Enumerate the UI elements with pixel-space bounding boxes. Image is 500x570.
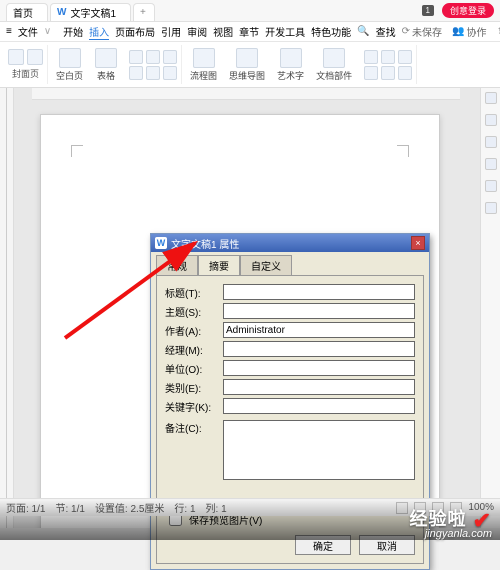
label-manager: 经理(M): xyxy=(165,342,219,357)
dialog-tab-general[interactable]: 常规 xyxy=(156,255,198,275)
input-author[interactable] xyxy=(223,322,415,338)
ribbon-table[interactable]: 表格 xyxy=(91,45,121,84)
menu-share[interactable]: ⇪分享 xyxy=(496,24,500,39)
page-icon[interactable] xyxy=(381,50,395,64)
dialog-titlebar[interactable]: W 文字文稿1 属性 × xyxy=(151,234,429,252)
formula-icon[interactable] xyxy=(398,50,412,64)
window-tab-strip: 首页 W 文字文稿1 + 1 创意登录 xyxy=(0,0,500,22)
tab-reference[interactable]: 引用 xyxy=(161,24,181,39)
break-icon[interactable] xyxy=(27,49,43,65)
chart-icon[interactable] xyxy=(129,66,143,80)
tab-insert[interactable]: 插入 xyxy=(89,24,109,40)
ribbon-mind[interactable]: 思维导图 xyxy=(225,45,269,84)
rail-icon-4[interactable] xyxy=(485,158,497,170)
tab-document-label: 文字文稿1 xyxy=(70,5,116,20)
online-icon[interactable] xyxy=(163,66,177,80)
label-company: 单位(O): xyxy=(165,361,219,376)
crossref-icon[interactable] xyxy=(398,66,412,80)
margin-mark-tl xyxy=(71,145,83,157)
dialog-tab-summary[interactable]: 摘要 xyxy=(198,255,240,275)
ribbon: 封面页 空白页 表格 流程图 思维导图 艺术字 文档部件 xyxy=(0,42,500,88)
rail-icon-1[interactable] xyxy=(485,92,497,104)
ribbon-flow[interactable]: 流程图 xyxy=(186,45,221,84)
workspace: W 文字文稿1 属性 × 常规 摘要 自定义 标题(T): 主题(S): 作者(… xyxy=(0,88,500,528)
vertical-ruler xyxy=(0,88,14,528)
group-page-label: 封面页 xyxy=(12,67,39,80)
label-author: 作者(A): xyxy=(165,323,219,338)
res-icon[interactable] xyxy=(364,50,378,64)
label-keywords: 关键字(K): xyxy=(165,399,219,414)
cover-icon[interactable] xyxy=(8,49,24,65)
bottom-gradient xyxy=(0,500,500,540)
tab-begin[interactable]: 开始 xyxy=(63,24,83,39)
dialog-close-button[interactable]: × xyxy=(411,236,425,250)
tab-home-label: 首页 xyxy=(13,5,33,20)
side-rail xyxy=(480,88,500,528)
input-manager[interactable] xyxy=(223,341,415,357)
menu-file[interactable]: 文件 xyxy=(18,24,38,39)
input-comments[interactable] xyxy=(223,420,415,480)
menu-search[interactable]: 查找 xyxy=(376,24,396,39)
menu-unsaved[interactable]: ⟳未保存 xyxy=(402,24,442,39)
dialog-tabs: 常规 摘要 自定义 xyxy=(151,252,429,275)
menu-collab[interactable]: 👥协作 xyxy=(452,24,486,39)
tab-layout[interactable]: 页面布局 xyxy=(115,24,155,39)
input-keywords[interactable] xyxy=(223,398,415,414)
pic-icon[interactable] xyxy=(129,50,143,64)
label-category: 类别(E): xyxy=(165,380,219,395)
tab-new[interactable]: + xyxy=(133,3,155,21)
input-subject[interactable] xyxy=(223,303,415,319)
dialog-app-icon: W xyxy=(155,237,167,249)
dialog-title-text: 文字文稿1 属性 xyxy=(171,236,239,251)
tab-view[interactable]: 视图 xyxy=(213,24,233,39)
rail-icon-5[interactable] xyxy=(485,180,497,192)
tab-special[interactable]: 特色功能 xyxy=(311,24,351,39)
notification-badge[interactable]: 1 xyxy=(422,5,434,16)
label-comments: 备注(C): xyxy=(165,420,219,435)
menu-file-icon[interactable]: ≡ xyxy=(6,26,12,37)
smartart-icon[interactable] xyxy=(146,66,160,80)
tab-review[interactable]: 审阅 xyxy=(187,24,207,39)
tab-dev[interactable]: 开发工具 xyxy=(265,24,305,39)
label-subject: 主题(S): xyxy=(165,304,219,319)
tab-chapter[interactable]: 章节 xyxy=(239,24,259,39)
rail-icon-2[interactable] xyxy=(485,114,497,126)
margin-mark-tr xyxy=(397,145,409,157)
tab-document[interactable]: W 文字文稿1 xyxy=(50,3,131,21)
ribbon-blank[interactable]: 空白页 xyxy=(52,45,87,84)
input-company[interactable] xyxy=(223,360,415,376)
horizontal-ruler xyxy=(32,88,460,100)
rail-icon-6[interactable] xyxy=(485,202,497,214)
tab-home[interactable]: 首页 xyxy=(6,3,48,21)
login-badge[interactable]: 创意登录 xyxy=(442,3,494,18)
rail-icon-3[interactable] xyxy=(485,136,497,148)
attach-icon[interactable] xyxy=(364,66,378,80)
shape-icon[interactable] xyxy=(146,50,160,64)
input-category[interactable] xyxy=(223,379,415,395)
input-title[interactable] xyxy=(223,284,415,300)
word-icon: W xyxy=(57,7,66,18)
dialog-tab-custom[interactable]: 自定义 xyxy=(240,255,292,275)
link-icon[interactable] xyxy=(381,66,395,80)
ribbon-parts[interactable]: 文档部件 xyxy=(312,45,356,84)
ribbon-art[interactable]: 艺术字 xyxy=(273,45,308,84)
label-title: 标题(T): xyxy=(165,285,219,300)
icon-icon[interactable] xyxy=(163,50,177,64)
menu-bar: ≡ 文件 ∨ 开始 插入 页面布局 引用 审阅 视图 章节 开发工具 特色功能 … xyxy=(0,22,500,42)
